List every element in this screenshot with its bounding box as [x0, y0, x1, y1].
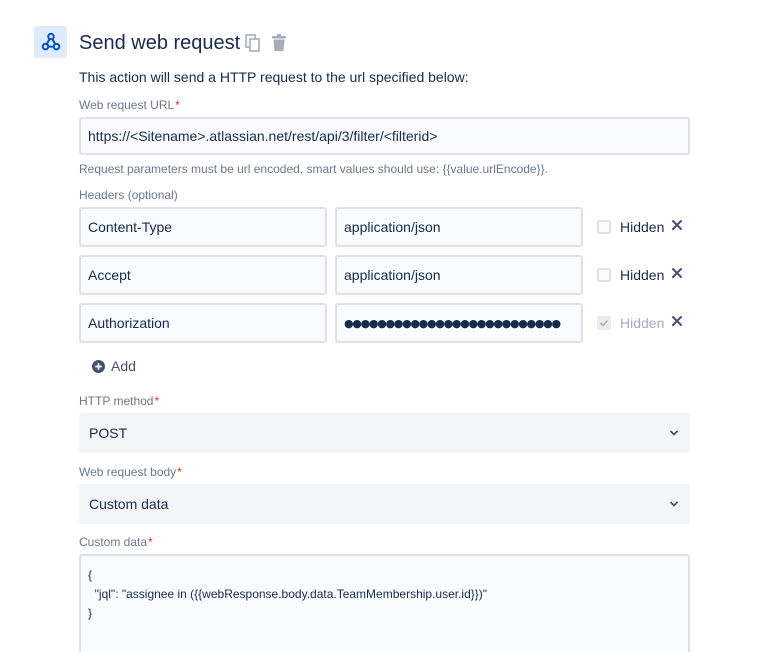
header-value-value: application/json	[344, 219, 441, 235]
hidden-checkbox[interactable]	[597, 220, 611, 234]
hidden-checkbox-label: Hidden	[620, 315, 665, 331]
remove-header-icon[interactable]	[670, 218, 684, 232]
required-mark: *	[148, 535, 153, 549]
remove-header-icon[interactable]	[670, 314, 684, 328]
header-value-input[interactable]: application/json	[335, 255, 583, 295]
url-label-text: Web request URL	[79, 98, 175, 112]
remove-header-icon[interactable]	[670, 266, 684, 280]
url-label: Web request URL*	[79, 98, 180, 112]
http-method-label-text: HTTP method	[79, 394, 154, 408]
header-value-input[interactable]: ●●●●●●●●●●●●●●●●●●●●●●●●●●	[335, 303, 583, 343]
required-mark: *	[154, 394, 160, 408]
add-header-button[interactable]: Add	[92, 358, 136, 374]
header-key-value: Authorization	[88, 315, 170, 331]
hidden-checkbox-checked[interactable]	[597, 316, 611, 330]
header-key-input[interactable]: Content-Type	[79, 207, 327, 247]
page-title: Send web request	[79, 32, 241, 54]
header-key-input[interactable]: Accept	[79, 255, 327, 295]
header-key-value: Accept	[88, 267, 131, 283]
required-mark: *	[175, 98, 180, 112]
body-label: Web request body*	[79, 465, 182, 479]
webhook-icon	[34, 26, 67, 58]
header-key-input[interactable]: Authorization	[79, 303, 327, 343]
url-helper-text: Request parameters must be url encoded, …	[79, 162, 548, 176]
custom-data-label: Custom data*	[79, 535, 153, 549]
hidden-checkbox-label: Hidden	[620, 219, 665, 235]
copy-icon[interactable]	[243, 33, 263, 53]
header-value-masked: ●●●●●●●●●●●●●●●●●●●●●●●●●●	[344, 316, 561, 330]
check-icon	[599, 319, 609, 327]
http-method-label: HTTP method*	[79, 394, 159, 408]
header-value-value: application/json	[344, 267, 441, 283]
custom-data-label-text: Custom data	[79, 535, 148, 549]
chevron-down-icon	[670, 501, 678, 507]
url-input[interactable]: https://<Sitename>.atlassian.net/rest/ap…	[79, 117, 690, 155]
body-type-select[interactable]: Custom data	[79, 484, 690, 524]
chevron-down-icon	[670, 430, 678, 436]
body-type-selected: Custom data	[89, 496, 169, 512]
custom-data-textarea[interactable]: { "jql": "assignee in ({{webResponse.bod…	[79, 554, 690, 652]
http-method-select[interactable]: POST	[79, 413, 690, 453]
header-value-input[interactable]: application/json	[335, 207, 583, 247]
http-method-selected: POST	[89, 425, 128, 441]
add-header-label: Add	[111, 358, 136, 374]
header-key-value: Content-Type	[88, 219, 173, 235]
add-circle-icon	[92, 359, 105, 373]
action-description: This action will send a HTTP request to …	[79, 69, 469, 85]
headers-label: Headers (optional)	[79, 188, 178, 202]
title-toolbar	[243, 33, 289, 53]
body-label-text: Web request body	[79, 465, 177, 479]
hidden-checkbox[interactable]	[597, 268, 611, 282]
trash-icon[interactable]	[269, 33, 289, 53]
url-input-value: https://<Sitename>.atlassian.net/rest/ap…	[88, 128, 438, 144]
required-mark: *	[177, 465, 182, 479]
hidden-checkbox-label: Hidden	[620, 267, 665, 283]
